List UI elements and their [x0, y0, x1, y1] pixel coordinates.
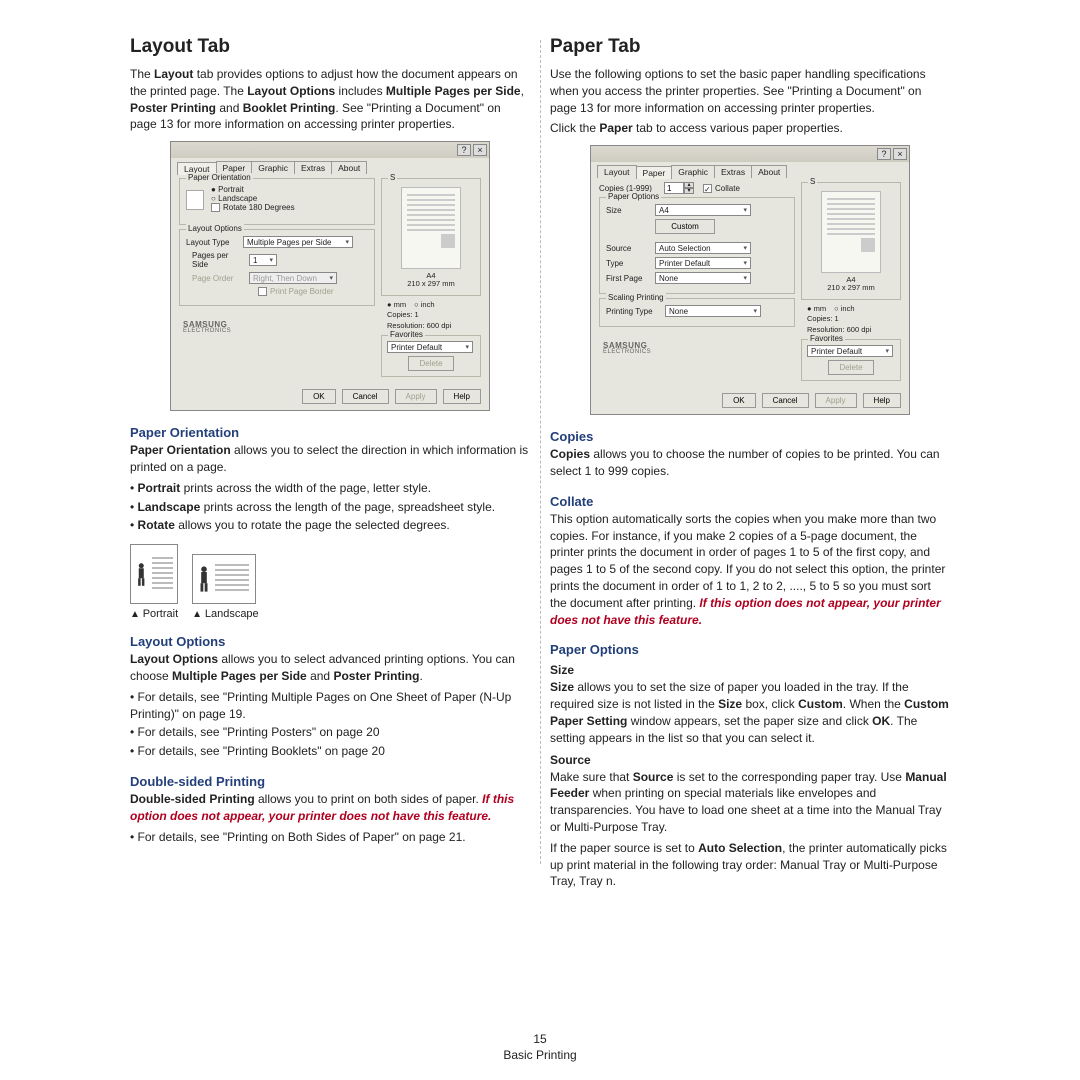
select-page-order: Right, Then Down — [249, 272, 337, 284]
help-button[interactable]: Help — [443, 389, 481, 404]
h3-paper-orientation: Paper Orientation — [130, 425, 530, 440]
size-desc: Size allows you to set the size of paper… — [550, 679, 950, 746]
dialog-layout: ? × Layout Paper Graphic Extras About Pa… — [170, 141, 490, 411]
cancel-button[interactable]: Cancel — [762, 393, 809, 408]
radio-mm[interactable]: mm — [807, 304, 826, 313]
close-icon[interactable]: × — [473, 144, 487, 156]
h4-source: Source — [550, 753, 950, 767]
footer: 15 Basic Printing — [0, 1032, 1080, 1062]
ok-button[interactable]: OK — [722, 393, 756, 408]
po-desc: Paper Orientation allows you to select t… — [130, 442, 530, 476]
custom-button[interactable]: Custom — [655, 219, 715, 234]
source-desc1: Make sure that Source is set to the corr… — [550, 769, 950, 836]
group-paper-orientation: Paper Orientation Portrait Landscape Rot… — [179, 178, 375, 225]
radio-landscape[interactable]: Landscape — [211, 194, 295, 203]
help-button[interactable]: Help — [863, 393, 901, 408]
select-size[interactable]: A4 — [655, 204, 751, 216]
heading-paper-tab: Paper Tab — [550, 36, 950, 58]
group-favorites: Favorites Printer Default Delete — [381, 335, 481, 377]
radio-mm[interactable]: mm — [387, 300, 406, 309]
group-scaling-printing: Scaling Printing Printing TypeNone — [599, 298, 795, 327]
tab-extras[interactable]: Extras — [714, 165, 752, 178]
heading-layout-tab: Layout Tab — [130, 36, 530, 58]
lo-bullets: For details, see "Printing Multiple Page… — [130, 689, 530, 760]
group-layout-options: Layout Options Layout TypeMultiple Pages… — [179, 229, 375, 306]
click-paper: Click the Paper tab to access various pa… — [550, 120, 950, 137]
select-type[interactable]: Printer Default — [655, 257, 751, 269]
brand-logo: SAMSUNGELECTRONICS — [599, 331, 795, 357]
preview-pane: S A4210 x 297 mm — [381, 178, 481, 296]
group-paper-options: Paper Options SizeA4 Custom SourceAuto S… — [599, 197, 795, 294]
column-divider — [540, 40, 541, 864]
tab-graphic[interactable]: Graphic — [251, 161, 295, 174]
caption-portrait: Portrait — [130, 608, 178, 620]
preview-sheet-icon — [401, 187, 461, 269]
orientation-figures: Portrait Landscape — [130, 544, 530, 620]
help-icon[interactable]: ? — [457, 144, 471, 156]
copies-desc: Copies allows you to choose the number o… — [550, 446, 950, 480]
select-pages-per-side[interactable]: 1 — [249, 254, 277, 266]
section-title: Basic Printing — [0, 1048, 1080, 1062]
h3-layout-options: Layout Options — [130, 634, 530, 649]
tab-layout[interactable]: Layout — [597, 165, 637, 178]
radio-inch[interactable]: inch — [414, 300, 434, 309]
landscape-thumb-icon — [192, 554, 256, 604]
select-printing-type[interactable]: None — [665, 305, 761, 317]
portrait-thumb-icon — [130, 544, 178, 604]
check-rotate[interactable] — [211, 203, 220, 212]
check-collate[interactable] — [703, 184, 712, 193]
caption-landscape: Landscape — [192, 608, 259, 620]
delete-button: Delete — [408, 356, 453, 371]
source-desc2: If the paper source is set to Auto Selec… — [550, 840, 950, 890]
tabstrip: Layout Paper Graphic Extras About — [171, 158, 489, 174]
close-icon[interactable]: × — [893, 148, 907, 160]
check-print-page-border — [258, 287, 267, 296]
ok-button[interactable]: OK — [302, 389, 336, 404]
dsp-desc: Double-sided Printing allows you to prin… — [130, 791, 530, 825]
tab-graphic[interactable]: Graphic — [671, 165, 715, 178]
select-favorites[interactable]: Printer Default — [387, 341, 473, 353]
h4-size: Size — [550, 663, 950, 677]
page-number: 15 — [0, 1032, 1080, 1046]
radio-inch[interactable]: inch — [834, 304, 854, 313]
lo-desc: Layout Options allows you to select adva… — [130, 651, 530, 685]
person-icon — [197, 565, 211, 593]
select-favorites[interactable]: Printer Default — [807, 345, 893, 357]
info-copies: Copies: 1 — [381, 309, 481, 320]
intro-layout: The Layout tab provides options to adjus… — [130, 66, 530, 133]
tab-about[interactable]: About — [331, 161, 367, 174]
intro-paper: Use the following options to set the bas… — [550, 66, 950, 116]
radio-portrait[interactable]: Portrait — [211, 185, 295, 194]
preview-pane: S A4210 x 297 mm — [801, 182, 901, 300]
info-copies: Copies: 1 — [801, 313, 901, 324]
tab-extras[interactable]: Extras — [294, 161, 332, 174]
select-source[interactable]: Auto Selection — [655, 242, 751, 254]
person-icon — [135, 562, 148, 587]
po-bullets: Portrait prints across the width of the … — [130, 480, 530, 534]
group-favorites: Favorites Printer Default Delete — [801, 339, 901, 381]
apply-button: Apply — [815, 393, 857, 408]
tab-about[interactable]: About — [751, 165, 787, 178]
select-first-page[interactable]: None — [655, 272, 751, 284]
h3-paper-options: Paper Options — [550, 642, 950, 657]
h3-copies: Copies — [550, 429, 950, 444]
tabstrip: Layout Paper Graphic Extras About — [591, 162, 909, 178]
preview-sheet-icon — [821, 191, 881, 273]
orientation-thumb-icon — [186, 190, 204, 210]
cancel-button[interactable]: Cancel — [342, 389, 389, 404]
collate-desc: This option automatically sorts the copi… — [550, 511, 950, 629]
tab-paper[interactable]: Paper — [636, 166, 673, 179]
help-icon[interactable]: ? — [877, 148, 891, 160]
dsp-bullets: For details, see "Printing on Both Sides… — [130, 829, 530, 846]
apply-button: Apply — [395, 389, 437, 404]
h3-collate: Collate — [550, 494, 950, 509]
spin-copies[interactable]: ▴▾ — [664, 182, 694, 194]
select-layout-type[interactable]: Multiple Pages per Side — [243, 236, 353, 248]
h3-double-sided: Double-sided Printing — [130, 774, 530, 789]
delete-button: Delete — [828, 360, 873, 375]
dialog-paper: ? × Layout Paper Graphic Extras About Co… — [590, 145, 910, 415]
brand-logo: SAMSUNGELECTRONICS — [179, 310, 375, 336]
